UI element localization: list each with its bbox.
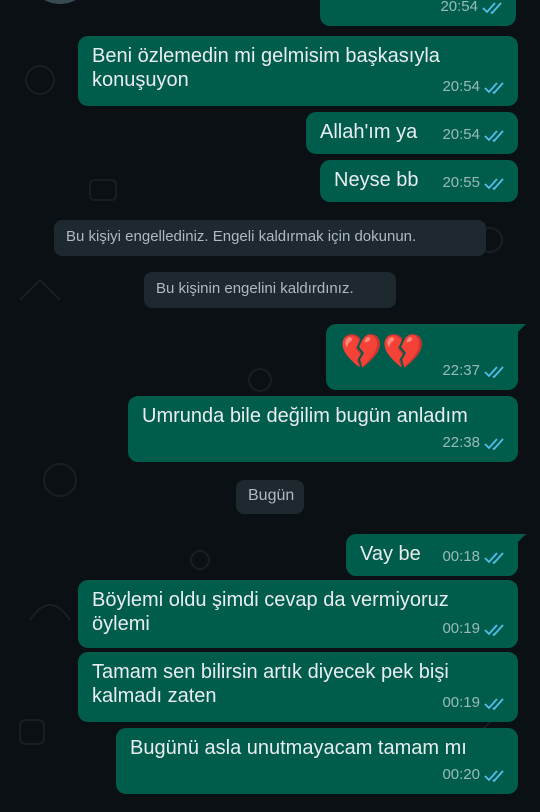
message-bubble[interactable]: 💔💔 22:37: [326, 324, 526, 390]
double-check-icon: [484, 623, 504, 636]
message-bubble[interactable]: Bugünü asla unutmayacam tamam mı 00:20: [116, 728, 518, 794]
system-notice-text: Bu kişinin engelini kaldırdınız.: [156, 280, 354, 297]
double-check-icon: [484, 769, 504, 782]
bubble-tail: [514, 324, 526, 336]
message-meta: 22:38: [442, 431, 506, 455]
message-bubble[interactable]: Allah'ım ya 20:54: [306, 112, 518, 154]
message-time: 20:54: [440, 0, 478, 15]
message-text: Tamam sen bilirsin artık diyecek pek biş…: [92, 661, 449, 707]
message-text: Umrunda bile değilim bugün anladım: [142, 405, 468, 427]
double-check-icon: [484, 177, 504, 190]
message-meta: 20:54: [442, 123, 506, 147]
message-time: 00:19: [442, 620, 480, 637]
message-meta: 20:55: [442, 171, 506, 195]
message-text: Bugünü asla unutmayacam tamam mı: [130, 737, 467, 759]
message-bubble[interactable]: 20:54: [320, 0, 516, 26]
message-time: 00:20: [442, 766, 480, 783]
date-divider-label: Bugün: [248, 487, 295, 504]
message-time: 20:54: [442, 126, 480, 143]
message-time: 22:37: [442, 362, 480, 379]
bubble-tail: [514, 534, 526, 546]
date-divider: Bugün: [236, 480, 304, 514]
message-time: 00:18: [442, 548, 480, 565]
message-time: 20:54: [442, 78, 480, 95]
message-bubble[interactable]: Beni özlemedin mi gelmisim başkasıyla ko…: [78, 36, 518, 106]
double-check-icon: [484, 81, 504, 94]
message-meta: 00:19: [442, 617, 506, 641]
message-time: 00:19: [442, 694, 480, 711]
double-check-icon: [482, 1, 502, 14]
message-bubble[interactable]: Umrunda bile değilim bugün anladım 22:38: [128, 396, 518, 462]
message-text: Böylemi oldu şimdi cevap da vermiyoruz ö…: [92, 589, 449, 635]
message-time: 22:38: [442, 434, 480, 451]
message-bubble[interactable]: Neyse bb 20:55: [320, 160, 518, 202]
chat-area[interactable]: 20:54 Beni özlemedin mi gelmisim başkası…: [0, 0, 540, 812]
message-meta: 20:54: [442, 75, 506, 99]
double-check-icon: [484, 551, 504, 564]
double-check-icon: [484, 365, 504, 378]
message-meta: 00:18: [442, 545, 506, 569]
double-check-icon: [484, 697, 504, 710]
message-meta: 00:19: [442, 691, 506, 715]
message-bubble[interactable]: Böylemi oldu şimdi cevap da vermiyoruz ö…: [78, 580, 518, 648]
system-notice-text: Bu kişiyi engellediniz. Engeli kaldırmak…: [66, 228, 417, 245]
message-text: Beni özlemedin mi gelmisim başkasıyla ko…: [92, 45, 440, 91]
double-check-icon: [484, 437, 504, 450]
message-meta: 20:54: [440, 0, 504, 19]
system-notice-unblocked: Bu kişinin engelini kaldırdınız.: [144, 272, 396, 308]
double-check-icon: [484, 129, 504, 142]
message-time: 20:55: [442, 174, 480, 191]
message-bubble[interactable]: Vay be 00:18: [346, 534, 526, 576]
message-meta: 22:37: [442, 359, 506, 383]
system-notice-blocked[interactable]: Bu kişiyi engellediniz. Engeli kaldırmak…: [54, 220, 486, 256]
message-bubble[interactable]: Tamam sen bilirsin artık diyecek pek biş…: [78, 652, 518, 722]
message-meta: 00:20: [442, 763, 506, 787]
